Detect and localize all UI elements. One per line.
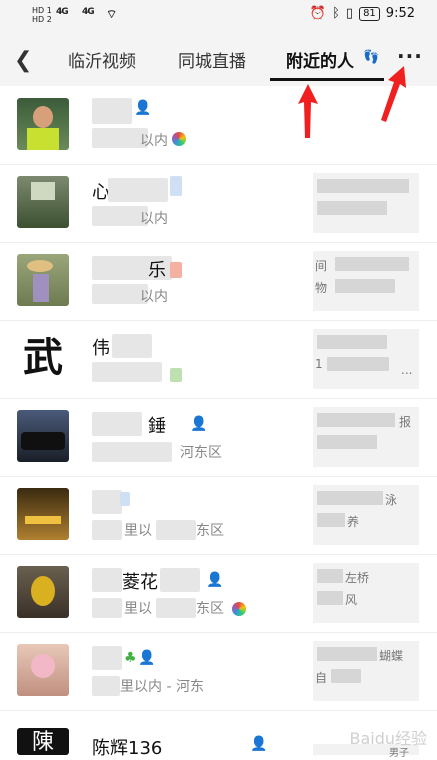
- rainbow-badge-icon: [172, 132, 186, 146]
- distance-text-2: 东区: [196, 601, 224, 617]
- blurred-name: [92, 412, 142, 436]
- card-text: 泳: [385, 493, 398, 507]
- distance-text: 里以: [124, 523, 152, 539]
- watermark: Baidu经验: [349, 729, 427, 748]
- distance-text: 里以内 - 河东: [120, 679, 204, 695]
- distance-text-2: 东区: [196, 523, 224, 539]
- list-item[interactable]: 👤 以内: [0, 86, 437, 165]
- list-item[interactable]: 武 伟 1 ...: [0, 320, 437, 399]
- gender-icon: 👤: [206, 572, 224, 588]
- avatar: 陳: [17, 728, 69, 755]
- distance-text: 以内: [140, 289, 168, 305]
- sim2-label: HD 2: [32, 15, 52, 24]
- card-text: 自: [315, 671, 328, 685]
- blurred-distance: [92, 520, 122, 540]
- card-more: ...: [401, 363, 413, 377]
- avatar: 武: [17, 332, 69, 384]
- tab-nearby-people[interactable]: 附近的人: [286, 47, 354, 72]
- gender-icon: 👤: [250, 736, 268, 752]
- more-options-button[interactable]: ···: [397, 44, 423, 68]
- network-label: 4G: [56, 7, 69, 17]
- avatar: [17, 410, 69, 462]
- user-name: 陈辉136: [92, 738, 163, 759]
- blurred-name: [92, 98, 132, 124]
- blurred-distance: [92, 676, 120, 696]
- blurred-name: [108, 178, 168, 202]
- card-text: 物: [315, 281, 328, 295]
- blurred-badge: [170, 176, 182, 196]
- blurred-distance: [92, 362, 162, 382]
- blurred-badge: [120, 492, 130, 506]
- alarm-icon: ⏰: [309, 6, 327, 21]
- avatar: [17, 254, 69, 306]
- blurred-badge: [170, 368, 182, 382]
- distance-text: 以内: [140, 211, 168, 227]
- post-preview-card[interactable]: 1 ...: [313, 329, 419, 389]
- avatar: [17, 98, 69, 150]
- blurred-name: [160, 568, 200, 592]
- status-right: ⏰ ᛒ ▯ 81 9:52: [310, 6, 415, 21]
- status-bar: HD 1 HD 2 4G 4G ⌔ ⏰ ᛒ ▯ 81 9:52: [0, 0, 437, 34]
- sim-indicators: HD 1 HD 2: [32, 6, 52, 24]
- top-tab-bar: ❮ 临沂视频 同城直播 附近的人 👣 ···: [0, 34, 437, 86]
- blurred-distance: [156, 520, 196, 540]
- wifi-icon: ⌔: [106, 7, 117, 21]
- avatar: [17, 488, 69, 540]
- distance-text: 以内: [140, 133, 168, 149]
- post-preview-card[interactable]: 泳 养: [313, 485, 419, 545]
- avatar: [17, 644, 69, 696]
- post-preview-card[interactable]: 间 物: [313, 251, 419, 311]
- back-icon[interactable]: ❮: [14, 48, 32, 73]
- post-preview-card[interactable]: [313, 173, 419, 233]
- post-preview-card[interactable]: 左桥 风: [313, 563, 419, 623]
- card-text: 报: [399, 415, 412, 429]
- distance-text: 河东区: [180, 445, 222, 461]
- badge-icon: ♣: [124, 650, 137, 666]
- card-text: 1: [315, 357, 323, 371]
- blurred-name: [92, 646, 122, 670]
- card-text: 间: [315, 259, 328, 273]
- blurred-distance: [92, 598, 122, 618]
- gender-icon: 👤: [190, 416, 208, 432]
- blurred-distance: [92, 442, 172, 462]
- vibrate-icon: ▯: [345, 6, 354, 21]
- user-name: 菱花: [122, 572, 158, 593]
- card-text: 蝴蝶: [379, 649, 404, 663]
- list-item[interactable]: 里以 东区 泳 养: [0, 476, 437, 555]
- post-preview-card[interactable]: 蝴蝶 自: [313, 641, 419, 701]
- blurred-name: [112, 334, 152, 358]
- distance-text: 里以: [124, 601, 152, 617]
- sim1-label: HD 1: [32, 6, 52, 15]
- tab-linyi-video[interactable]: 临沂视频: [68, 47, 136, 72]
- avatar: [17, 566, 69, 618]
- bluetooth-icon: ᛒ: [332, 6, 340, 21]
- footprint-icon: 👣: [363, 50, 380, 65]
- card-text: 风: [345, 593, 358, 607]
- gender-icon: 👤: [134, 100, 152, 116]
- blurred-distance: [156, 598, 196, 618]
- list-item[interactable]: 心 以内: [0, 164, 437, 243]
- rainbow-badge-icon: [232, 602, 246, 616]
- list-item[interactable]: 錘 👤 河东区 报: [0, 398, 437, 477]
- battery-indicator: 81: [359, 6, 380, 21]
- gender-icon: 👤: [138, 650, 156, 666]
- blurred-name: [92, 568, 122, 592]
- card-text: 养: [347, 515, 360, 529]
- user-name: 乐: [148, 260, 166, 281]
- avatar: [17, 176, 69, 228]
- card-text: 左桥: [345, 571, 370, 585]
- list-item[interactable]: 乐 以内 间 物: [0, 242, 437, 321]
- network-label-2: 4G: [82, 7, 95, 17]
- list-item[interactable]: ♣ 👤 里以内 - 河东 蝴蝶 自: [0, 632, 437, 711]
- blurred-badge: [170, 262, 182, 278]
- active-tab-underline: [270, 78, 384, 81]
- blurred-name: [92, 490, 122, 514]
- post-preview-card[interactable]: 报: [313, 407, 419, 467]
- tab-city-live[interactable]: 同城直播: [178, 47, 246, 72]
- list-item[interactable]: 菱花 👤 里以 东区 左桥 风: [0, 554, 437, 633]
- clock: 9:52: [385, 6, 415, 21]
- user-name: 錘: [148, 416, 166, 437]
- user-name: 伟: [92, 338, 110, 359]
